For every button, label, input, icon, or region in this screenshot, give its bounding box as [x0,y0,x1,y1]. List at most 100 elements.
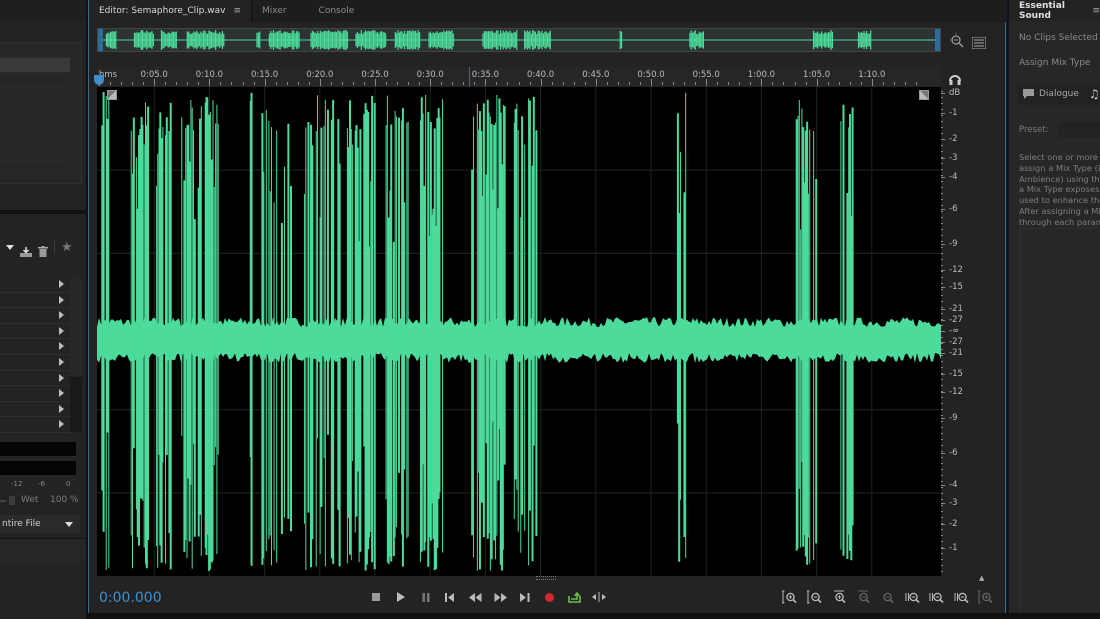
scrollbar-thumb[interactable] [70,377,82,432]
effect-slot[interactable] [0,371,70,387]
expand-arrow-icon[interactable] [59,420,64,429]
effect-slot[interactable] [0,277,70,293]
save-preset-icon[interactable] [20,242,32,257]
desc-line: Ambience) using the [1019,173,1100,184]
zoom-to-selection-button[interactable] [953,589,971,605]
list-item[interactable] [0,103,70,118]
fade-in-handle-icon[interactable] [107,90,117,100]
panel-divider[interactable] [0,210,86,214]
record-button[interactable] [540,589,558,605]
db-minor-tick [941,265,943,266]
stop-button[interactable] [367,589,385,605]
tab-console[interactable]: Console [307,0,365,22]
loop-playback-button[interactable] [565,589,583,605]
zoom-out-full-icon [883,592,894,604]
tab-mixer[interactable]: Mixer [252,0,307,22]
list-view-icon[interactable] [971,34,987,50]
effect-slot[interactable] [0,417,70,433]
panel-header: Essential Sound ≡ [1009,0,1100,22]
expand-arrow-icon[interactable] [59,373,64,382]
effect-slot[interactable] [0,293,70,309]
effect-slot[interactable] [0,386,70,402]
overview-right-handle[interactable] [935,29,940,51]
effect-slot[interactable] [0,339,70,355]
db-tick-label: -27 [949,337,963,347]
expand-arrow-icon[interactable] [59,326,64,335]
ruler-tick [651,79,652,86]
play-button[interactable] [392,589,410,605]
window-bottom-edge [88,613,1100,619]
rewind-button[interactable] [466,589,484,605]
music-button[interactable]: ♫ [1089,87,1100,101]
overview-left-handle[interactable] [98,29,103,51]
skip-selection-button[interactable] [590,589,608,605]
headphones-icon[interactable] [949,70,961,85]
process-range-dropdown[interactable]: ntire File [0,515,80,533]
wet-slider-track[interactable] [0,500,6,502]
preset-dropdown[interactable] [1059,122,1100,138]
skip-to-end-button[interactable] [516,589,534,605]
dialogue-button[interactable]: Dialogue [1017,89,1079,99]
preset-dropdown-chevron-down-icon[interactable] [6,244,14,250]
skip-to-start-button[interactable] [441,589,459,605]
db-minor-tick [941,517,943,518]
effect-slot[interactable] [0,308,70,324]
wet-value[interactable]: 100 % [50,495,79,505]
zoom-in-selection-start-button[interactable] [904,589,922,605]
list-item[interactable] [0,43,70,58]
time-ruler[interactable]: hms 0:05.0 0:10.0 0:15.0 0:20.0 0:25.0 0:30.0… [94,67,941,87]
db-minor-tick [941,271,943,272]
waveform-burst [419,94,444,571]
expand-arrow-icon[interactable] [59,280,64,288]
db-minor-tick [941,565,943,566]
waveform-display[interactable] [97,87,941,576]
star-icon[interactable]: ★ [61,241,73,254]
fast-forward-button[interactable] [491,589,509,605]
expand-arrow-icon[interactable] [59,342,64,351]
list-item[interactable] [0,148,70,163]
wet-slider-knob[interactable] [9,496,15,505]
effect-slot[interactable] [0,355,70,371]
panel-menu-icon[interactable]: ≡ [1092,6,1100,16]
ruler-tick [639,82,641,85]
db-minor-tick [941,343,943,344]
db-minor-tick [941,547,943,548]
ruler-tick [231,82,233,85]
fade-out-handle-icon[interactable] [919,90,929,100]
overview-navigator[interactable] [97,28,941,52]
expand-arrow-icon[interactable] [59,311,64,320]
panel-menu-icon[interactable]: ≡ [233,6,241,16]
zoom-out-full-button[interactable] [878,589,896,605]
ruler-tick [496,82,498,85]
list-item[interactable] [0,73,70,88]
separator [54,240,55,254]
current-time-display[interactable]: 0:00.000 [99,590,162,606]
list-item[interactable] [0,133,70,148]
expand-arrow-icon[interactable] [59,404,64,413]
pause-button[interactable] [417,589,435,605]
zoom-overview-icon[interactable] [949,33,965,49]
effects-scrollbar[interactable] [70,277,82,432]
scroll-up-arrow-icon[interactable]: ▲ [979,574,984,582]
trash-icon[interactable] [38,242,48,257]
zoom-out-time-button[interactable] [854,589,872,605]
db-minor-tick [941,457,943,458]
effect-slot[interactable] [0,402,70,418]
zoom-in-amplitude-button[interactable] [781,589,799,605]
resize-grip[interactable] [536,576,556,580]
zoom-in-selection-end-button[interactable] [928,589,946,605]
amplitude-ruler[interactable]: dB -1 -2 -3 -4 -6 -9 -12 -15 -21 -27 -∞ -27 -21 -15 -12… [941,87,993,576]
list-item-selected[interactable] [0,58,70,73]
expand-arrow-icon[interactable] [59,389,64,398]
list-item[interactable] [0,118,70,133]
expand-arrow-icon[interactable] [59,357,64,366]
effect-slot[interactable] [0,324,70,340]
expand-arrow-icon[interactable] [59,295,64,304]
zoom-in-time-button[interactable] [830,589,848,605]
zoom-out-amplitude-button[interactable] [806,589,824,605]
ruler-tick [352,82,354,85]
tab-editor[interactable]: Editor: Semaphore_Clip.wav ≡ [89,0,252,22]
list-item[interactable] [0,88,70,103]
zoom-in-amplitude-full-button[interactable] [977,589,995,605]
ruler-tick [540,79,542,86]
